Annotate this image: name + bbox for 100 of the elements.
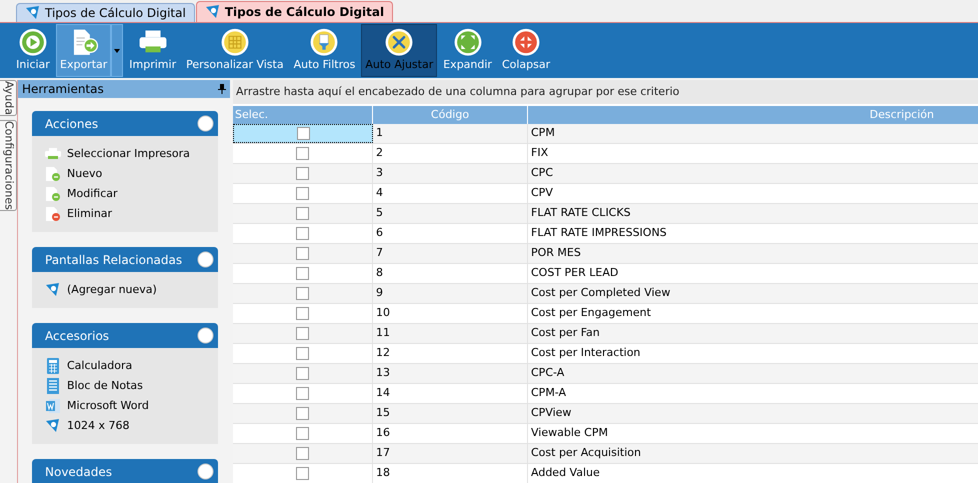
sidebar-link[interactable]: (Agregar nueva)	[67, 282, 157, 298]
toolbar-button[interactable]: Expandir	[439, 24, 496, 77]
toolbar-button[interactable]: Personalizar Vista	[182, 24, 288, 77]
table-cell-text: CPM	[530, 125, 556, 142]
table-cell: 6	[373, 224, 528, 243]
sidebar-link[interactable]: Seleccionar Impresora	[67, 146, 190, 162]
toolbar-button[interactable]: Auto Filtros	[290, 24, 360, 77]
checkbox[interactable]	[296, 407, 309, 420]
toolbar-button[interactable]: Imprimir	[125, 24, 180, 77]
word-document-icon	[44, 398, 60, 414]
table-cell-text: Viewable CPM	[530, 425, 609, 442]
checkbox[interactable]	[296, 447, 309, 460]
dropdown-button[interactable]	[111, 24, 124, 77]
document-tab[interactable]: Tipos de Cálculo Digital	[16, 3, 195, 22]
caret-icon	[114, 48, 120, 52]
sidebar-title: Herramientas	[22, 81, 104, 98]
printer-icon	[44, 147, 60, 161]
checkbox[interactable]	[296, 207, 309, 220]
sidebar-link[interactable]: Nuevo	[67, 166, 102, 182]
sidebar-link[interactable]: Eliminar	[67, 206, 112, 222]
table-row[interactable]: 1 CPM	[233, 124, 978, 144]
table-row[interactable]: 17 Cost per Acquisition	[233, 444, 978, 464]
collapse-toggle-icon[interactable]	[197, 327, 214, 344]
checkbox[interactable]	[296, 247, 309, 260]
collapse-toggle-icon[interactable]	[197, 251, 214, 268]
table-row[interactable]: 2 FIX	[233, 144, 978, 164]
table-cell: 1	[373, 124, 528, 143]
table-row[interactable]: 16 Viewable CPM	[233, 424, 978, 444]
table-cell-text: CPM-A	[530, 385, 568, 402]
table-cell-text: POR MES	[530, 245, 582, 262]
table-cell: 2	[373, 144, 528, 163]
checkbox[interactable]	[296, 267, 309, 280]
table-row[interactable]: 10 Cost per Engagement	[233, 304, 978, 324]
table-cell: 12	[373, 344, 528, 363]
checkbox[interactable]	[296, 127, 310, 140]
checkbox[interactable]	[296, 467, 309, 480]
table-row[interactable]: 5 FLAT RATE CLICKS	[233, 204, 978, 224]
document-tab[interactable]: Tipos de Cálculo Digital	[196, 1, 394, 22]
table-cell-text: Cost per Acquisition	[530, 445, 642, 462]
table-row[interactable]: 9 Cost per Completed View	[233, 284, 978, 304]
table-cell-text: Cost per Completed View	[530, 285, 672, 302]
toolbar-button[interactable]: Colapsar	[498, 24, 554, 77]
toolbar-button[interactable]: Iniciar	[12, 24, 54, 77]
checkbox[interactable]	[296, 327, 309, 340]
table-row[interactable]: 14 CPM-A	[233, 384, 978, 404]
table-row[interactable]: 3 CPC	[233, 164, 978, 184]
table-cell: 13	[373, 364, 528, 383]
panel-title: Acciones	[45, 116, 98, 132]
sidebar-link[interactable]: Bloc de Notas	[67, 378, 143, 394]
checkbox[interactable]	[296, 427, 309, 440]
checkbox[interactable]	[296, 387, 309, 400]
checkbox[interactable]	[296, 167, 309, 180]
app-logo-icon	[44, 418, 60, 434]
table-row[interactable]: 13 CPC-A	[233, 364, 978, 384]
panel-title: Pantallas Relacionadas	[45, 252, 182, 268]
notepad-icon	[46, 378, 60, 394]
group-panel: Arrastre hasta aquí el encabezado de una columna para agrupar por ese criterio	[233, 80, 978, 104]
panel-title: Accesorios	[45, 328, 110, 344]
collapse-toggle-icon[interactable]	[197, 115, 214, 132]
app-logo-icon	[25, 5, 41, 21]
checkbox[interactable]	[296, 147, 309, 160]
table-cell-text: CPC	[530, 165, 554, 182]
table-cell-text: Added Value	[530, 465, 601, 482]
sidebar-link[interactable]: Modificar	[67, 186, 118, 202]
table-cell: 8	[373, 264, 528, 283]
pin-icon[interactable]	[218, 84, 226, 94]
checkbox[interactable]	[296, 307, 309, 320]
sidebar-link[interactable]: Calculadora	[67, 358, 132, 374]
checkbox[interactable]	[296, 347, 309, 360]
app-logo-icon	[204, 4, 221, 20]
table-cell: 5	[373, 204, 528, 223]
table-cell-text: FLAT RATE CLICKS	[530, 205, 632, 222]
app-logo-icon	[44, 282, 60, 298]
table-row[interactable]: 6 FLAT RATE IMPRESSIONS	[233, 224, 978, 244]
sidebar-link[interactable]: Microsoft Word	[67, 398, 149, 414]
table-cell: 3	[373, 164, 528, 183]
table-row[interactable]: 11 Cost per Fan	[233, 324, 978, 344]
table-row[interactable]: 7 POR MES	[233, 244, 978, 264]
table-cell: 11	[373, 324, 528, 343]
table-row[interactable]: 12 Cost per Interaction	[233, 344, 978, 364]
table-row[interactable]: 4 CPV	[233, 184, 978, 204]
checkbox[interactable]	[296, 187, 309, 200]
table-cell-text: FLAT RATE IMPRESSIONS	[530, 225, 668, 242]
table-cell-text: CPC-A	[530, 365, 566, 382]
table-cell-text: CPV	[530, 185, 554, 202]
table-row[interactable]: 8 COST PER LEAD	[233, 264, 978, 284]
checkbox[interactable]	[296, 287, 309, 300]
side-tab[interactable]: Configuraciones	[0, 120, 17, 211]
side-tab[interactable]: Ayuda	[0, 80, 17, 116]
table-cell: 14	[373, 384, 528, 403]
sidebar-link[interactable]: 1024 x 768	[67, 418, 130, 434]
table-row[interactable]: 15 CPView	[233, 404, 978, 424]
checkbox[interactable]	[296, 367, 309, 380]
document-delete-icon	[44, 206, 60, 222]
table-cell-text: Cost per Interaction	[530, 345, 642, 362]
collapse-toggle-icon[interactable]	[197, 463, 214, 480]
table-cell: 9	[373, 284, 528, 303]
table-cell: 18	[373, 464, 528, 483]
table-cell: 15	[373, 404, 528, 423]
checkbox[interactable]	[296, 227, 309, 240]
